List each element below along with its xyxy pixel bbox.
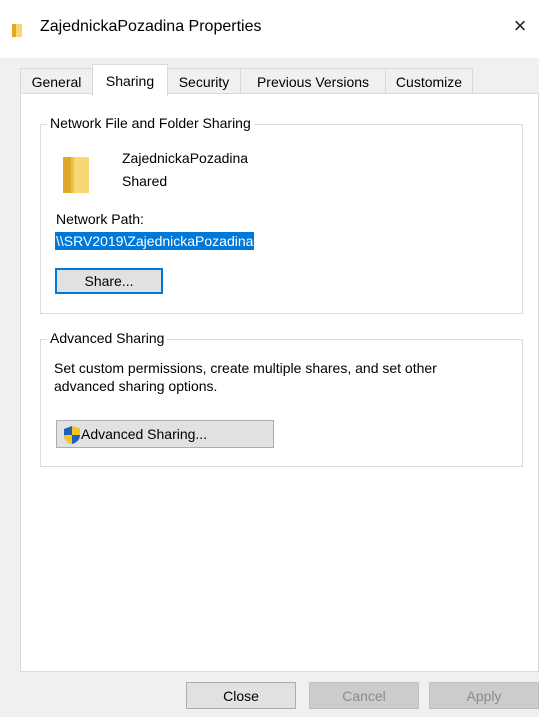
window-title: ZajednickaPozadina Properties bbox=[40, 18, 262, 35]
uac-shield-icon bbox=[64, 426, 80, 444]
advanced-sharing-group: Advanced Sharing Set custom permissions,… bbox=[40, 330, 523, 467]
advanced-description-line2: advanced sharing options. bbox=[54, 378, 218, 394]
apply-button-label: Apply bbox=[466, 687, 502, 704]
advanced-sharing-button-label: Advanced Sharing... bbox=[81, 426, 208, 442]
group-title: Network File and Folder Sharing bbox=[47, 115, 254, 131]
tab-label: Customize bbox=[395, 73, 463, 90]
tab-label: Sharing bbox=[105, 72, 155, 89]
close-button[interactable]: Close bbox=[186, 682, 296, 709]
folder-icon bbox=[63, 157, 89, 193]
tab-previous-versions[interactable]: Previous Versions bbox=[240, 68, 386, 94]
tab-sharing[interactable]: Sharing bbox=[92, 64, 168, 96]
advanced-sharing-button[interactable]: Advanced Sharing... bbox=[56, 420, 274, 448]
cancel-button-label: Cancel bbox=[342, 687, 386, 704]
tab-strip: General Sharing Security Previous Versio… bbox=[20, 64, 539, 96]
apply-button[interactable]: Apply bbox=[429, 682, 539, 709]
tab-label: Previous Versions bbox=[256, 73, 370, 90]
tab-security[interactable]: Security bbox=[167, 68, 241, 94]
tab-general[interactable]: General bbox=[20, 68, 93, 94]
network-path-value[interactable]: \\SRV2019\ZajednickaPozadina bbox=[55, 232, 255, 250]
close-window-button[interactable]: × bbox=[508, 14, 532, 38]
tab-label: Security bbox=[178, 73, 230, 90]
cancel-button[interactable]: Cancel bbox=[309, 682, 419, 709]
sharing-panel: Network File and Folder Sharing Zajednic… bbox=[20, 93, 539, 672]
tab-customize[interactable]: Customize bbox=[385, 68, 473, 94]
folder-status: Shared bbox=[122, 173, 168, 189]
share-button[interactable]: Share... bbox=[55, 268, 163, 294]
folder-icon bbox=[12, 24, 22, 37]
close-button-label: Close bbox=[223, 687, 259, 704]
title-bar: ZajednickaPozadina Properties × bbox=[0, 0, 539, 58]
network-sharing-group: Network File and Folder Sharing Zajednic… bbox=[40, 115, 523, 314]
share-button-label: Share... bbox=[84, 273, 134, 289]
folder-name: ZajednickaPozadina bbox=[122, 150, 249, 166]
tab-label: General bbox=[31, 73, 82, 90]
network-path-label: Network Path: bbox=[56, 211, 144, 227]
group-title: Advanced Sharing bbox=[47, 330, 168, 346]
advanced-description-line1: Set custom permissions, create multiple … bbox=[54, 360, 437, 376]
